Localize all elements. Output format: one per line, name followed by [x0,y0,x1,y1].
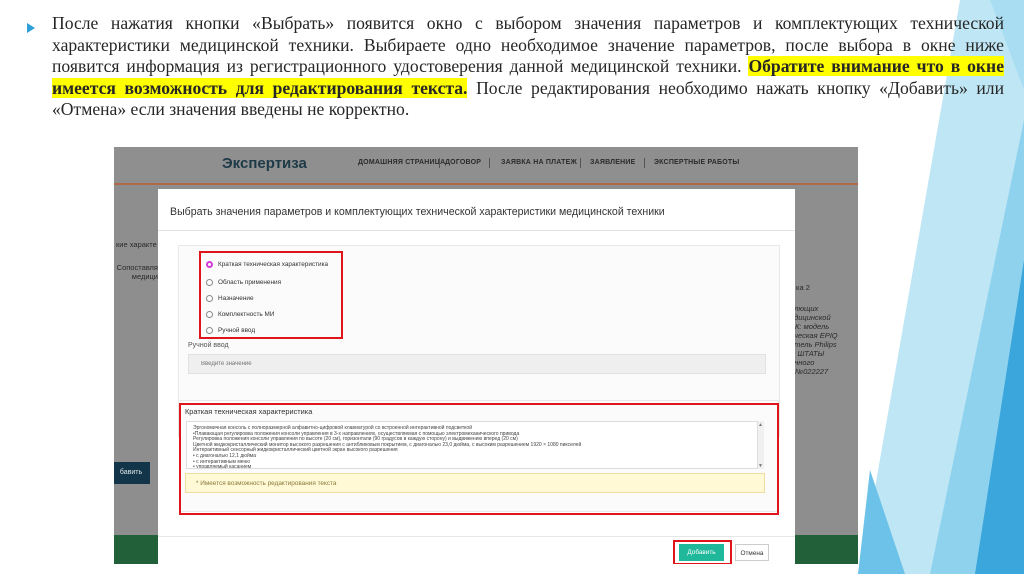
nav-divider [580,158,581,168]
characteristics-annotation-box [179,403,779,515]
cancel-button[interactable]: Отмена [735,544,769,561]
bg-compare-label: Сопоставля медици [116,263,158,281]
modal-title: Выбрать значения параметров и комплектую… [170,206,665,218]
add-button-annotation-box [673,540,732,564]
navbar-accent-line [114,183,858,185]
nav-home[interactable]: ДОМАШНЯЯ СТРАНИЦА [358,159,445,166]
nav-expert-works[interactable]: ЭКСПЕРТНЫЕ РАБОТЫ [654,159,739,166]
options-annotation-box [199,251,343,339]
bg-add-button: бавить [114,462,150,484]
brand-logo[interactable]: Экспертиза [222,155,307,172]
bg-right-text: алющих едицинской РК: модель ическая EPI… [790,304,838,376]
nav-payment-request[interactable]: ЗАЯВКА НА ПЛАТЕЖ [501,159,577,166]
nav-divider [489,158,490,168]
top-navbar: Экспертиза ДОМАШНЯЯ СТРАНИЦА ДОГОВОР ЗАЯ… [114,147,858,183]
manual-input-field[interactable] [188,354,766,374]
slide-text: После нажатия кнопки «Выбрать» появится … [52,13,1004,121]
select-parameters-modal: Выбрать значения параметров и комплектую… [158,189,795,564]
bg-section-label: кие характе [116,240,157,249]
nav-application[interactable]: ЗАЯВЛЕНИЕ [590,159,636,166]
nav-divider [439,158,440,168]
modal-header-divider [158,230,795,231]
bullet-icon [27,23,35,33]
nav-divider [644,158,645,168]
modal-footer-divider [158,536,795,537]
bg-right-label: ка 2 [796,283,810,292]
manual-input-label: Ручной ввод [188,342,229,349]
app-screenshot: Экспертиза ДОМАШНЯЯ СТРАНИЦА ДОГОВОР ЗАЯ… [114,147,858,564]
nav-contract[interactable]: ДОГОВОР [445,159,481,166]
